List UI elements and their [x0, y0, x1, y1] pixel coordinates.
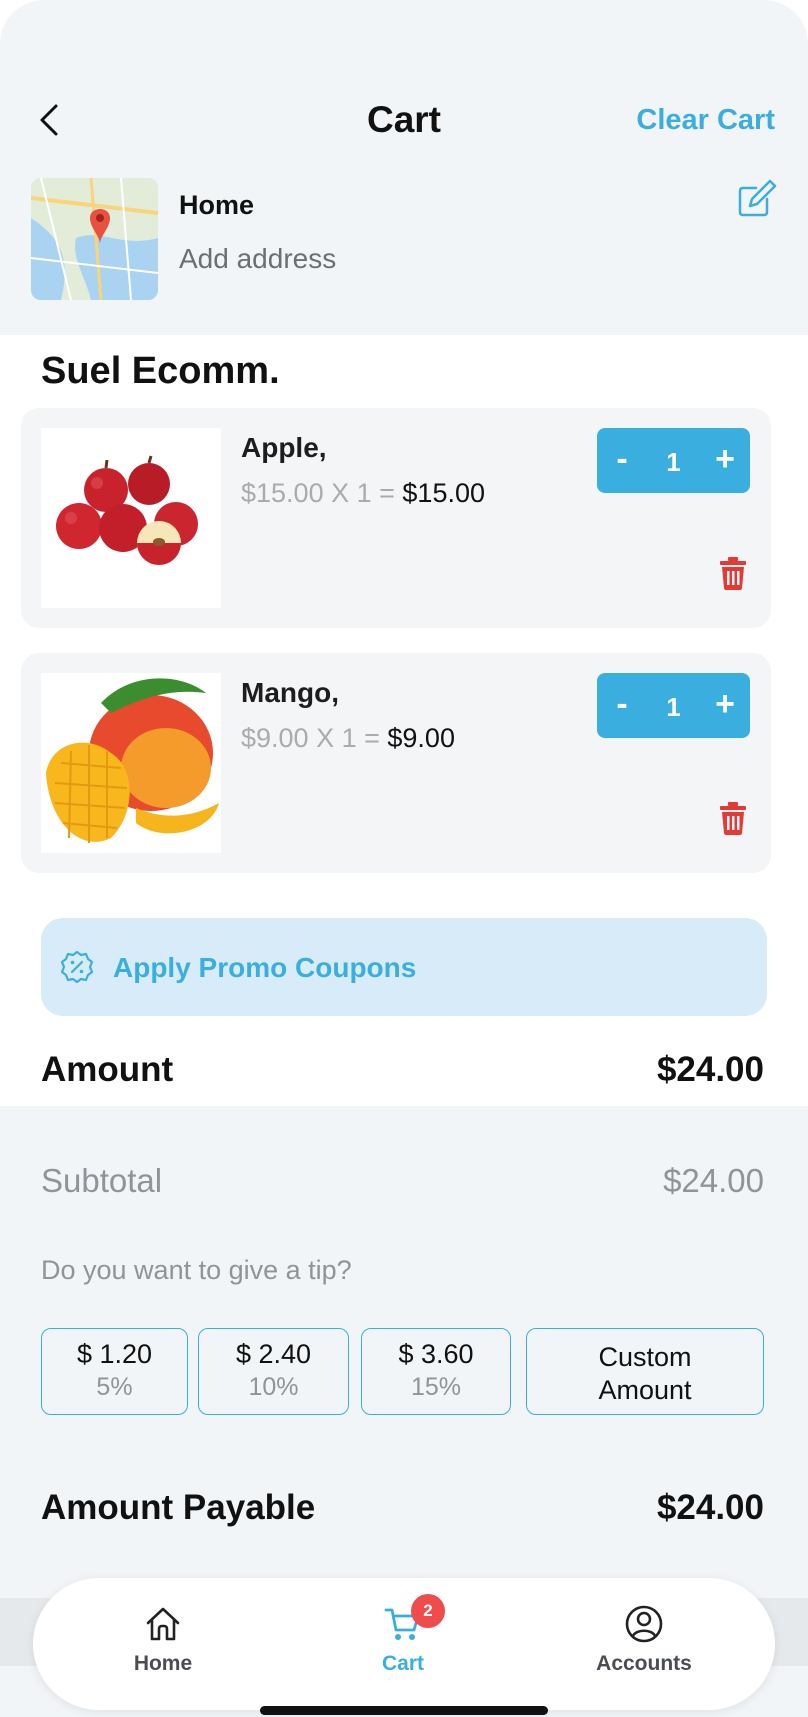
discount-icon	[60, 950, 94, 984]
address-value[interactable]: Add address	[179, 243, 336, 275]
amount-payable-label: Amount Payable	[41, 1488, 316, 1527]
line-total: $15.00	[402, 478, 485, 508]
map-image	[31, 178, 158, 300]
line-total: $9.00	[387, 723, 455, 753]
cart-item: Mango, $9.00 X 1 = $9.00 - 1 +	[21, 653, 771, 873]
price-calculation: $9.00 X 1 = $9.00	[241, 723, 455, 754]
nav-accounts-label: Accounts	[596, 1652, 692, 1675]
amount-value: $24.00	[656, 1050, 764, 1089]
tip-option-15[interactable]: $ 3.60 15%	[361, 1328, 511, 1415]
custom-tip-line2: Amount	[598, 1375, 692, 1405]
product-image[interactable]	[41, 673, 221, 853]
tip-amount: $ 1.20	[76, 1339, 153, 1369]
user-circle-icon	[625, 1605, 663, 1643]
mango-image	[41, 673, 221, 853]
tip-amount: $ 2.40	[235, 1339, 312, 1369]
store-name: Suel Ecomm.	[41, 350, 280, 392]
price-calculation: $15.00 X 1 = $15.00	[241, 478, 485, 509]
delete-item-button[interactable]	[718, 556, 748, 590]
quantity-stepper: - 1 +	[597, 673, 750, 738]
home-icon	[146, 1607, 180, 1641]
apple-image	[41, 428, 221, 608]
address-map-thumbnail[interactable]	[31, 178, 158, 300]
amount-label: Amount	[41, 1050, 174, 1089]
quantity-value: 1	[666, 692, 681, 722]
delete-item-button[interactable]	[718, 801, 748, 835]
apply-promo-button[interactable]: Apply Promo Coupons	[41, 918, 767, 1016]
promo-label: Apply Promo Coupons	[113, 952, 417, 983]
increase-quantity-button[interactable]: +	[700, 673, 750, 738]
quantity-value: 1	[666, 447, 681, 477]
edit-address-button[interactable]	[737, 177, 779, 219]
header-area: Cart Clear Cart Home Add address	[0, 0, 808, 335]
nav-home[interactable]: Home	[83, 1604, 243, 1694]
custom-tip-button[interactable]: Custom Amount	[526, 1328, 764, 1415]
increase-quantity-button[interactable]: +	[700, 428, 750, 493]
product-name: Apple,	[241, 432, 327, 463]
quantity-stepper: - 1 +	[597, 428, 750, 493]
nav-cart[interactable]: Cart 2	[323, 1594, 483, 1694]
trash-icon	[720, 557, 746, 590]
unit-price: $9.00 X 1 =	[241, 723, 380, 753]
decrease-quantity-button[interactable]: -	[597, 428, 647, 493]
unit-price: $15.00 X 1 =	[241, 478, 395, 508]
tip-option-5[interactable]: $ 1.20 5%	[41, 1328, 188, 1415]
nav-home-label: Home	[133, 1652, 193, 1675]
product-image[interactable]	[41, 428, 221, 608]
tip-amount: $ 3.60	[398, 1339, 474, 1369]
nav-cart-label: Cart	[381, 1652, 424, 1675]
decrease-quantity-button[interactable]: -	[597, 673, 647, 738]
bottom-navigation: Home Cart 2 Accounts	[33, 1578, 775, 1710]
nav-accounts[interactable]: Accounts	[564, 1604, 724, 1694]
subtotal-value: $24.00	[663, 1162, 764, 1199]
cart-item: Apple, $15.00 X 1 = $15.00 - 1 +	[21, 408, 771, 628]
tip-percent: 5%	[96, 1373, 133, 1401]
product-name: Mango,	[241, 677, 339, 708]
clear-cart-button[interactable]: Clear Cart	[636, 104, 775, 137]
tip-percent: 10%	[248, 1373, 299, 1401]
trash-icon	[720, 802, 746, 835]
address-label: Home	[179, 190, 255, 220]
amount-payable-value: $24.00	[656, 1488, 764, 1527]
home-indicator	[260, 1706, 548, 1715]
custom-tip-line1: Custom	[598, 1342, 692, 1372]
tip-percent: 15%	[410, 1373, 462, 1401]
cart-count-badge: 2	[411, 1594, 445, 1628]
tip-option-10[interactable]: $ 2.40 10%	[198, 1328, 349, 1415]
subtotal-label: Subtotal	[41, 1162, 163, 1199]
tip-question: Do you want to give a tip?	[41, 1255, 352, 1285]
edit-icon	[738, 179, 777, 217]
